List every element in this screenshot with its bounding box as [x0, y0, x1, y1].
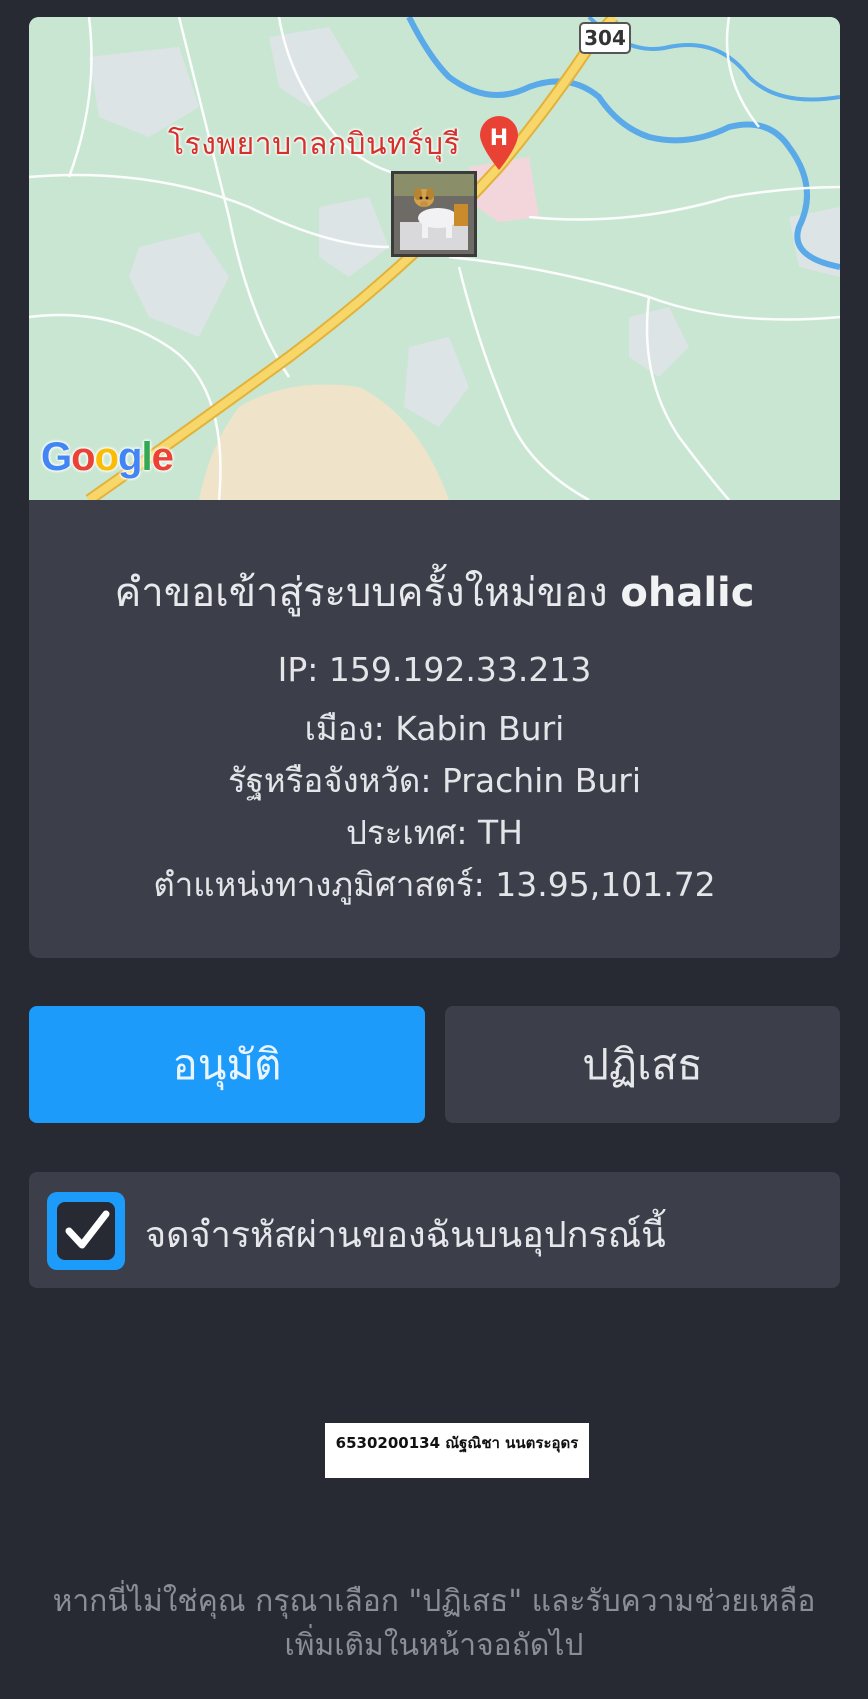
map-graphic	[29, 17, 840, 500]
request-geolocation: ตำแหน่งทางภูมิศาสตร์: 13.95,101.72	[153, 865, 716, 904]
help-text-line-2: เพิ่มเติมในหน้าจอถัดไป	[284, 1628, 584, 1663]
road-number-shield: 304	[579, 22, 631, 54]
location-map[interactable]: 304 โรงพยาบาลกบินทร์บุรี H Google	[29, 17, 840, 500]
request-region: รัฐหรือจังหวัด: Prachin Buri	[227, 761, 642, 800]
request-details: คำขอเข้าสู่ระบบครั้งใหม่ของ ohalic IP: 1…	[29, 500, 840, 958]
google-logo: Google	[41, 435, 174, 479]
approve-button[interactable]: อนุมัติ	[29, 1006, 425, 1123]
help-text-line-1: หากนี่ไม่ใช่คุณ กรุณาเลือก "ปฏิเสธ" และร…	[52, 1584, 816, 1619]
remember-checkbox[interactable]	[47, 1192, 125, 1270]
location-photo-marker[interactable]	[391, 171, 477, 257]
remember-device-row[interactable]: จดจำรหัสผ่านของฉันบนอุปกรณ์นี้	[29, 1172, 840, 1288]
login-request-card: 304 โรงพยาบาลกบินทร์บุรี H Google คำขอเข…	[29, 17, 840, 958]
deny-button[interactable]: ปฏิเสธ	[445, 1006, 840, 1123]
request-ip: IP: 159.192.33.213	[277, 650, 592, 689]
hospital-marker-icon[interactable]: H	[478, 115, 520, 171]
login-approval-screen: 304 โรงพยาบาลกบินทร์บุรี H Google คำขอเข…	[0, 0, 868, 1699]
student-name-tag: 6530200134 ณัฐณิชา นนตระอุดร	[325, 1423, 589, 1478]
dog-statue-photo-icon	[394, 174, 474, 254]
hospital-marker-letter: H	[490, 126, 508, 151]
map-place-label: โรงพยาบาลกบินทร์บุรี	[168, 127, 461, 162]
request-title-text: คำขอเข้าสู่ระบบครั้งใหม่ของ	[114, 570, 608, 616]
remember-label: จดจำรหัสผ่านของฉันบนอุปกรณ์นี้	[145, 1215, 666, 1256]
request-title: คำขอเข้าสู่ระบบครั้งใหม่ของ ohalic	[29, 560, 840, 624]
request-city: เมือง: Kabin Buri	[304, 709, 565, 748]
request-country: ประเทศ: TH	[346, 813, 523, 852]
checkmark-icon	[65, 1210, 110, 1249]
help-footer: หากนี่ไม่ใช่คุณ กรุณาเลือก "ปฏิเสธ" และร…	[0, 1580, 868, 1668]
request-username: ohalic	[620, 570, 755, 616]
